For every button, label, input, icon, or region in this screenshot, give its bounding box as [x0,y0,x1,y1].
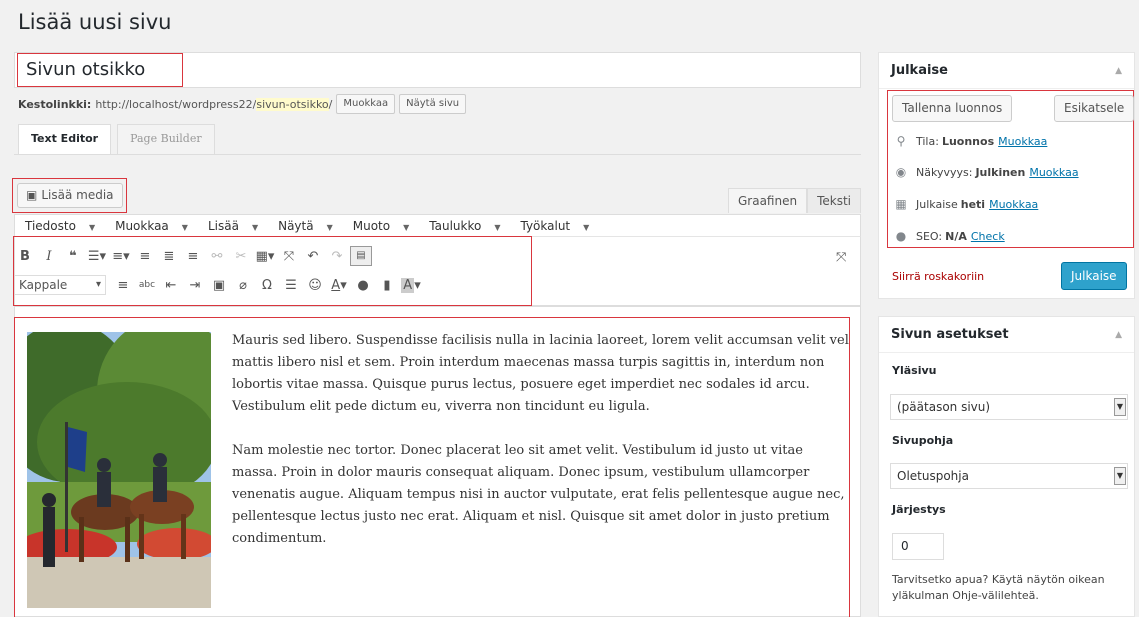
page-title: Lisää uusi sivu [18,10,172,34]
seo-dot-icon: ● [895,229,907,243]
add-media-label: Lisää media [41,188,114,202]
menu-tools[interactable]: Työkalut ▼ [520,219,599,233]
order-label: Järjestys [892,503,946,516]
template-label: Sivupohja [892,434,954,447]
editor-menubar: Tiedosto ▼ Muokkaa ▼ Lisää ▼ Näytä ▼ Muoto ▼ … [14,214,861,236]
help-icon[interactable]: ● [352,278,374,293]
fullscreen-icon[interactable]: ⤧ [278,249,300,264]
permalink-label: Kestolinkki: [18,97,92,111]
publish-box-title: Julkaise [891,63,948,78]
help-text: Tarvitsetko apua? Käytä näytön oikean yl… [892,573,1105,602]
tab-visual[interactable]: Graafinen [727,188,808,213]
toolbar-toggle-icon[interactable]: ▤ [350,246,372,266]
expand-editor-icon[interactable]: ⤧ [836,250,846,265]
save-draft-button[interactable]: Tallenna luonnos [892,95,1013,122]
eye-icon: ◉ [895,165,907,179]
publish-box-header[interactable]: Julkaise ▲ [879,53,1134,89]
settings-box-title: Sivun asetukset [891,327,1009,342]
toolbar-row-2: Kappale ≡ abc ⇤ ⇥ ▣ ⌀ Ω ☰ ☺ A▾ ● ▮ A▾ [14,275,424,295]
hr-icon[interactable]: ≡ [112,278,134,293]
page-icon[interactable]: ▮ [376,278,398,293]
editor-tabs: Text Editor Page Builder [18,124,221,154]
permalink: Kestolinkki: http://localhost/wordpress2… [18,94,467,114]
collapse-icon[interactable]: ▲ [1115,53,1122,89]
title-input[interactable]: Sivun otsikko [14,52,861,88]
preview-button[interactable]: Esikatsele [1054,95,1135,122]
chevron-down-icon: ▼ [1114,398,1126,416]
menu-insert[interactable]: Lisää ▼ [208,219,268,233]
title-value[interactable]: Sivun otsikko [17,53,183,87]
parent-select[interactable]: (päätason sivu) ▼ [890,394,1128,420]
paragraph-2[interactable]: Nam molestie nec tortor. Donec placerat … [232,440,852,550]
visibility-edit-link[interactable]: Muokkaa [1029,166,1078,179]
outdent-icon[interactable]: ⇤ [160,278,182,293]
schedule-edit-link[interactable]: Muokkaa [989,198,1038,211]
paragraph-1[interactable]: Mauris sed libero. Suspendisse facilisis… [232,330,852,418]
menu-view[interactable]: Näytä ▼ [278,219,343,233]
emoji-icon[interactable]: ☺ [304,278,326,293]
menu-format[interactable]: Muoto ▼ [353,219,420,233]
publish-button[interactable]: Julkaise [1061,262,1127,290]
indent-icon[interactable]: ⇥ [184,278,206,293]
align-right-icon[interactable]: ≡ [182,249,204,264]
status-edit-link[interactable]: Muokkaa [998,135,1047,148]
order-input[interactable]: 0 [892,533,944,560]
permalink-suffix: / [328,97,333,111]
undo-icon[interactable]: ↶ [302,249,324,264]
tab-text[interactable]: Teksti [807,188,861,213]
link-icon[interactable]: ⚯ [206,249,228,264]
view-page-button[interactable]: Näytä sivu [399,94,467,114]
content-image[interactable] [27,332,211,608]
pin-icon: ⚲ [896,134,906,148]
permalink-slug[interactable]: sivun-otsikko [256,97,329,111]
add-media-highlight: ▣ Lisää media [12,178,127,213]
parent-label: Yläsivu [892,364,937,377]
menu-table[interactable]: Taulukko ▼ [429,219,510,233]
tab-page-builder[interactable]: Page Builder [117,124,215,154]
menu-file[interactable]: Tiedosto ▼ [25,219,105,233]
paste-text-icon[interactable]: ▣ [208,278,230,293]
seo-row: ● SEO: N/A Check [892,229,1005,243]
media-icon: ▣ [26,188,38,202]
chevron-down-icon: ▼ [1114,467,1126,485]
collapse-icon[interactable]: ▲ [1115,317,1122,353]
redo-icon[interactable]: ↷ [326,249,348,264]
visibility-row: ◉ Näkyvyys: Julkinen Muokkaa [892,165,1079,179]
align-center-icon[interactable]: ≣ [158,249,180,264]
tab-text-editor[interactable]: Text Editor [18,124,112,154]
menu-edit[interactable]: Muokkaa ▼ [115,219,198,233]
calendar-icon: ▦ [895,197,907,211]
permalink-edit-button[interactable]: Muokkaa [336,94,396,114]
schedule-row: ▦ Julkaise heti Muokkaa [892,197,1038,211]
status-row: ⚲ Tila: Luonnos Muokkaa [892,134,1048,148]
table-icon[interactable]: ▦▾ [254,249,276,264]
clear-format-icon[interactable]: ⌀ [232,278,254,293]
text-color-icon[interactable]: A▾ [328,278,350,293]
strikethrough-icon[interactable]: abc [136,280,158,290]
align-left-icon[interactable]: ≡ [134,249,156,264]
trash-link[interactable]: Siirrä roskakoriin [892,270,984,283]
italic-icon[interactable]: I [38,249,60,264]
settings-box-header[interactable]: Sivun asetukset ▲ [879,317,1134,353]
mode-tabs: Graafinen Teksti [727,188,861,213]
format-select[interactable]: Kappale [14,275,106,295]
bg-color-icon[interactable]: A ▾ [400,277,422,293]
blockquote-icon[interactable]: ❝ [62,249,84,264]
unlink-icon[interactable]: ✂ [230,249,252,264]
content-text[interactable]: Mauris sed libero. Suspendisse facilisis… [232,330,852,572]
bullet-list-icon[interactable]: ☰▾ [86,249,108,264]
numbered-list-icon[interactable]: ≡▾ [110,249,132,264]
add-media-button[interactable]: ▣ Lisää media [17,183,123,208]
permalink-base: http://localhost/wordpress22/ [95,97,257,111]
seo-check-link[interactable]: Check [971,230,1005,243]
read-more-icon[interactable]: ☰ [280,278,302,293]
template-select[interactable]: Oletuspohja ▼ [890,463,1128,489]
special-char-icon[interactable]: Ω [256,278,278,293]
toolbar-row-1: B I ❝ ☰▾ ≡▾ ≡ ≣ ≡ ⚯ ✂ ▦▾ ⤧ ↶ ↷ ▤ [14,246,374,266]
bold-icon[interactable]: B [14,249,36,264]
